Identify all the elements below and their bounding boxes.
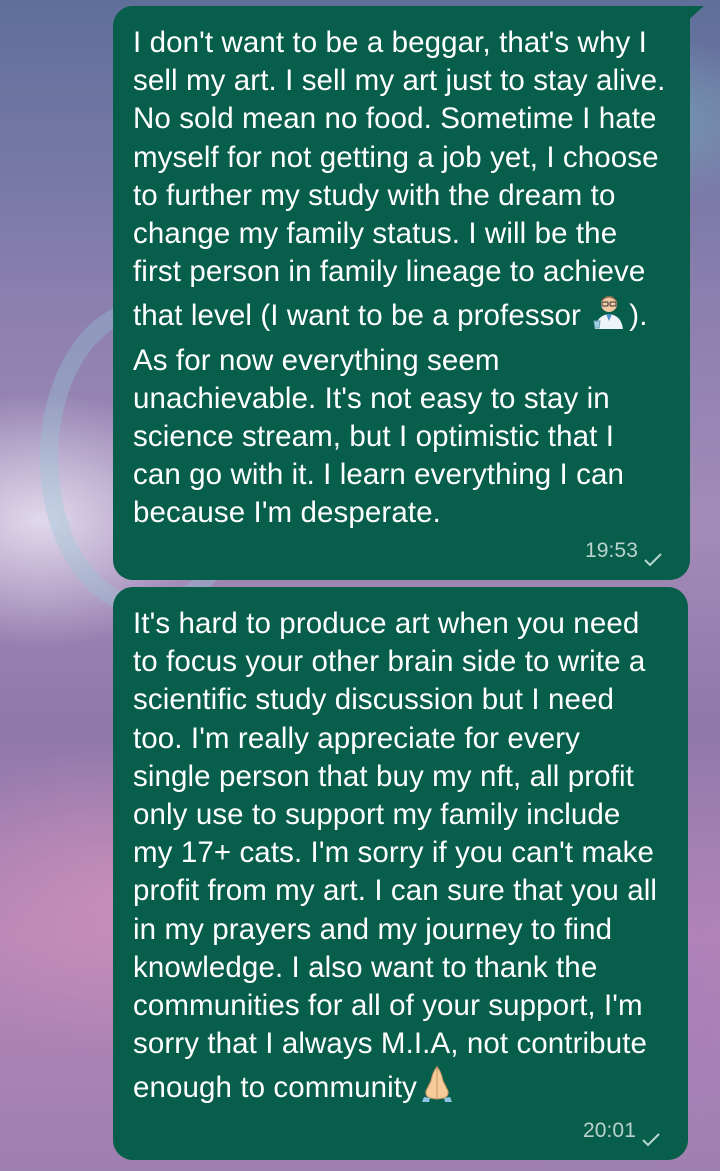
folded-hands-emoji xyxy=(417,1063,457,1113)
message-meta: 19:53 xyxy=(585,532,662,570)
outgoing-message-bubble[interactable]: I don't want to be a beggar, that's why … xyxy=(113,6,704,580)
message-meta: 20:01 xyxy=(583,1112,660,1150)
check-icon xyxy=(642,1123,660,1147)
message-time: 19:53 xyxy=(584,538,638,562)
message-text: It's hard to produce art when you need t… xyxy=(133,605,664,1114)
message-time: 20:01 xyxy=(582,1118,636,1142)
message-text: I don't want to be a beggar, that's why … xyxy=(133,24,666,533)
outgoing-message-bubble[interactable]: It's hard to produce art when you need t… xyxy=(113,587,688,1160)
scientist-emoji xyxy=(589,291,629,341)
check-icon xyxy=(644,543,662,567)
message-text-part: It's hard to produce art when you need t… xyxy=(133,607,666,1105)
message-text-part: I don't want to be a beggar, that's why … xyxy=(133,26,674,333)
bubble-tail xyxy=(686,6,704,22)
message-text-part: ). As for now everything seem unachievab… xyxy=(133,299,655,530)
